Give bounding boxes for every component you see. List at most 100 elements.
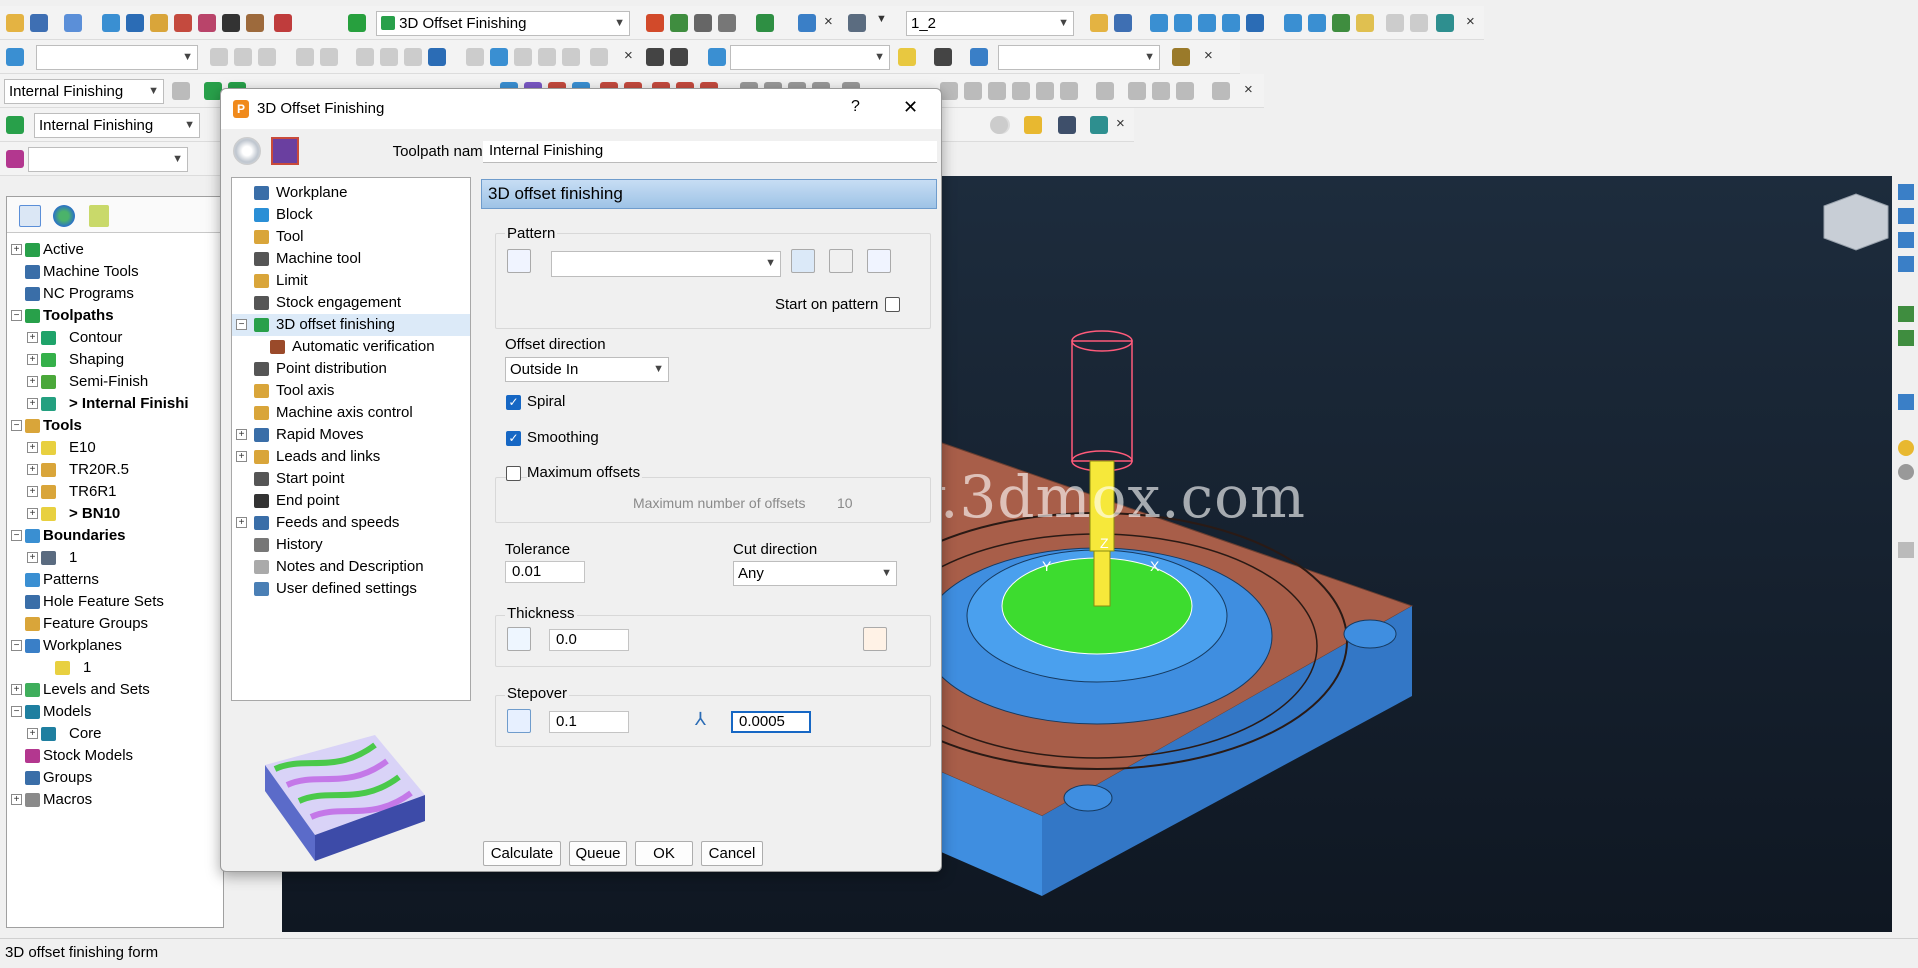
dialog-tree-item[interactable]: Limit xyxy=(232,270,470,292)
toolpath-icon[interactable] xyxy=(6,116,24,134)
workplane-select-icon[interactable] xyxy=(848,14,866,32)
globe-icon[interactable] xyxy=(53,205,75,227)
expand-icon[interactable]: + xyxy=(27,442,38,453)
dialog-tree-item[interactable]: User defined settings xyxy=(232,578,470,600)
curve-icon[interactable] xyxy=(428,48,446,66)
collapse-icon[interactable]: − xyxy=(236,319,247,330)
light-icon[interactable] xyxy=(898,48,916,66)
close-icon[interactable]: × xyxy=(1466,13,1475,30)
help-button[interactable]: ? xyxy=(851,98,860,116)
tree-item[interactable]: 1 xyxy=(7,657,223,679)
shade-icon[interactable] xyxy=(964,82,982,100)
transform-icon[interactable] xyxy=(1174,14,1192,32)
edit-icon[interactable] xyxy=(514,48,532,66)
shade-icon[interactable] xyxy=(1898,394,1914,410)
edit-icon[interactable] xyxy=(380,48,398,66)
thickness-tool-icon[interactable] xyxy=(507,627,531,651)
queue-button[interactable]: Queue xyxy=(569,841,627,866)
boundary-icon[interactable] xyxy=(174,14,192,32)
start-on-pattern-checkbox[interactable] xyxy=(885,297,900,312)
save-icon[interactable] xyxy=(1114,14,1132,32)
shade-icon[interactable] xyxy=(1152,82,1170,100)
lasso-icon[interactable] xyxy=(507,249,531,273)
dialog-tree-item[interactable]: Tool xyxy=(232,226,470,248)
calculate-button[interactable]: Calculate xyxy=(483,841,561,866)
shade-icon[interactable] xyxy=(1096,82,1114,100)
workplane-combo[interactable]: 1_2 ▼ xyxy=(906,11,1074,36)
dialog-tree-item[interactable]: + Rapid Moves xyxy=(232,424,470,446)
dialog-tree-item[interactable]: Automatic verification xyxy=(232,336,470,358)
collapse-icon[interactable]: − xyxy=(11,640,22,651)
dialog-tree-item[interactable]: + Feeds and speeds xyxy=(232,512,470,534)
view-side-icon[interactable] xyxy=(1898,232,1914,248)
cusp-input[interactable]: 0.0005 xyxy=(731,711,811,733)
tree-item[interactable]: − Models xyxy=(7,701,223,723)
expand-icon[interactable]: + xyxy=(27,354,38,365)
tree-item[interactable]: Feature Groups xyxy=(7,613,223,635)
toolpath-combo-row4[interactable]: Internal Finishing ▼ xyxy=(34,113,200,138)
refresh-icon[interactable] xyxy=(1898,330,1914,346)
expand-icon[interactable]: + xyxy=(27,486,38,497)
view-top-icon[interactable] xyxy=(1898,184,1914,200)
chevron-down-icon[interactable]: ▼ xyxy=(876,13,887,25)
expand-icon[interactable]: + xyxy=(27,728,38,739)
fit-icon[interactable] xyxy=(1284,14,1302,32)
tree-item[interactable]: + Core xyxy=(7,723,223,745)
collapse-icon[interactable]: − xyxy=(11,706,22,717)
close-icon[interactable]: × xyxy=(1116,115,1125,132)
table-icon[interactable] xyxy=(646,48,664,66)
tool-icon[interactable] xyxy=(150,14,168,32)
cancel-button[interactable]: Cancel xyxy=(701,841,763,866)
shade-icon[interactable] xyxy=(1060,82,1078,100)
close-icon[interactable]: × xyxy=(1244,81,1253,98)
dialog-tree-item[interactable]: − 3D offset finishing xyxy=(232,314,470,336)
expand-icon[interactable]: + xyxy=(236,451,247,462)
shade-icon[interactable] xyxy=(1036,82,1054,100)
pattern-add-icon[interactable] xyxy=(867,249,891,273)
collapse-icon[interactable]: − xyxy=(11,420,22,431)
rotate-icon[interactable] xyxy=(1198,14,1216,32)
tree-item[interactable]: − Toolpaths xyxy=(7,305,223,327)
dialog-tree-item[interactable]: Machine axis control xyxy=(232,402,470,424)
edit-icon[interactable] xyxy=(296,48,314,66)
tolerance-input[interactable]: 0.01 xyxy=(505,561,585,583)
max-number-value[interactable]: 10 xyxy=(837,495,853,511)
smoothing-checkbox[interactable]: ✓ xyxy=(506,431,521,446)
edit-icon[interactable] xyxy=(466,48,484,66)
dialog-tree-item[interactable]: Point distribution xyxy=(232,358,470,380)
tree-item[interactable]: + TR6R1 xyxy=(7,481,223,503)
block-icon[interactable] xyxy=(102,14,120,32)
expand-icon[interactable]: + xyxy=(27,376,38,387)
table-icon[interactable] xyxy=(670,48,688,66)
dialog-tree-item[interactable]: Block xyxy=(232,204,470,226)
offset-direction-select[interactable]: Outside In ▼ xyxy=(505,357,669,382)
expand-icon[interactable]: + xyxy=(27,398,38,409)
edit-icon[interactable] xyxy=(404,48,422,66)
dialog-tree-item[interactable]: Notes and Description xyxy=(232,556,470,578)
edit-icon[interactable] xyxy=(590,48,608,66)
shade-icon[interactable] xyxy=(988,82,1006,100)
cut-direction-select[interactable]: Any ▼ xyxy=(733,561,897,586)
leads-icon[interactable] xyxy=(274,14,292,32)
model-icon[interactable] xyxy=(970,48,988,66)
expand-icon[interactable]: + xyxy=(27,332,38,343)
cancel-icon[interactable] xyxy=(990,116,1008,134)
mill-icon[interactable] xyxy=(694,14,712,32)
zoom-icon[interactable] xyxy=(1898,306,1914,322)
thickness-advanced-icon[interactable] xyxy=(863,627,887,651)
tree-item[interactable]: + Shaping xyxy=(7,349,223,371)
save-icon[interactable] xyxy=(1058,116,1076,134)
spiral-checkbox[interactable]: ✓ xyxy=(506,395,521,410)
hammer-icon[interactable] xyxy=(1172,48,1190,66)
dialog-tree-item[interactable]: Workplane xyxy=(232,182,470,204)
view-iso-icon[interactable] xyxy=(1898,256,1914,272)
feature-icon[interactable] xyxy=(222,14,240,32)
tree-item[interactable]: − Boundaries xyxy=(7,525,223,547)
edit-icon[interactable] xyxy=(356,48,374,66)
edit-icon[interactable] xyxy=(538,48,556,66)
tree-item[interactable]: − Workplanes xyxy=(7,635,223,657)
tree-item[interactable]: + Semi-Finish xyxy=(7,371,223,393)
toolpath-name-input[interactable]: Internal Finishing xyxy=(483,141,937,163)
close-icon[interactable]: × xyxy=(824,13,833,30)
edit-icon[interactable] xyxy=(562,48,580,66)
